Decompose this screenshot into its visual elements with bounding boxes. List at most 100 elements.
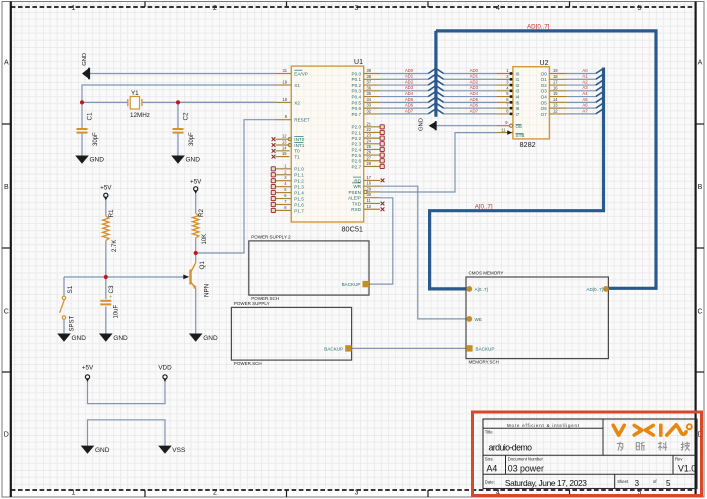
svg-text:O3: O3 [541, 89, 548, 94]
svg-text:P1.6: P1.6 [294, 202, 304, 207]
svg-text:A7: A7 [582, 108, 588, 113]
svg-text:AD6: AD6 [405, 103, 414, 108]
svg-text:P2.7: P2.7 [352, 164, 362, 169]
svg-text:AD0: AD0 [470, 68, 479, 73]
svg-text:O5: O5 [541, 100, 548, 105]
svg-text:13: 13 [553, 103, 558, 108]
svg-text:29: 29 [367, 186, 372, 191]
svg-text:AD4: AD4 [405, 91, 414, 96]
svg-text:AD2: AD2 [470, 79, 479, 84]
svg-text:I2: I2 [516, 83, 520, 88]
svg-text:I3: I3 [516, 89, 520, 94]
svg-text:24: 24 [367, 138, 372, 143]
svg-text:12: 12 [553, 108, 558, 113]
svg-text:A1: A1 [582, 74, 588, 79]
svg-text:AD6: AD6 [470, 103, 479, 108]
svg-text:5: 5 [638, 5, 642, 12]
svg-text:Size: Size [485, 457, 494, 462]
svg-text:Title: Title [485, 430, 493, 435]
svg-text:B: B [4, 184, 9, 191]
svg-text:+5V: +5V [190, 179, 202, 186]
svg-text:15: 15 [282, 151, 287, 156]
svg-text:INT1: INT1 [294, 143, 304, 148]
svg-text:A3: A3 [582, 85, 588, 90]
svg-text:+: + [109, 295, 112, 301]
svg-text:O1: O1 [541, 77, 548, 82]
svg-text:GND: GND [72, 335, 87, 342]
svg-text:19: 19 [553, 68, 558, 73]
svg-text:C3: C3 [108, 285, 115, 294]
svg-text:OE: OE [516, 124, 523, 129]
svg-text:BACKUP: BACKUP [342, 282, 361, 287]
svg-text:4: 4 [496, 5, 500, 12]
svg-text:P2.1: P2.1 [352, 130, 362, 135]
svg-text:+5V: +5V [82, 365, 94, 372]
svg-text:O6: O6 [541, 106, 548, 111]
svg-text:10uF: 10uF [114, 304, 120, 318]
svg-text:B: B [698, 184, 703, 191]
svg-text:AD3: AD3 [405, 85, 414, 90]
svg-text:T0: T0 [294, 149, 300, 154]
svg-text:I4: I4 [516, 94, 520, 99]
svg-text:Sheet: Sheet [617, 479, 629, 484]
svg-text:3: 3 [355, 5, 359, 12]
svg-text:5: 5 [666, 479, 671, 488]
svg-text:11: 11 [367, 198, 372, 203]
svg-text:CMOS MEMORY: CMOS MEMORY [469, 271, 504, 276]
svg-text:P0.3: P0.3 [352, 89, 362, 94]
svg-text:AD7: AD7 [405, 108, 414, 113]
svg-text:Rev: Rev [675, 457, 683, 462]
svg-text:AD1: AD1 [405, 74, 414, 79]
svg-text:3: 3 [355, 490, 359, 497]
svg-text:D: D [4, 432, 9, 439]
svg-text:GND: GND [186, 157, 201, 164]
svg-text:30: 30 [367, 192, 372, 197]
svg-text:BACKUP: BACKUP [324, 347, 343, 352]
svg-text:RESET: RESET [294, 118, 310, 123]
svg-text:P0.0: P0.0 [352, 71, 362, 76]
svg-text:POWER SUPPLY: POWER SUPPLY [234, 301, 270, 306]
svg-text:AD0: AD0 [405, 68, 414, 73]
svg-text:A4: A4 [487, 464, 498, 474]
svg-text:80C51: 80C51 [341, 225, 363, 234]
svg-text:A6: A6 [582, 103, 588, 108]
svg-text:38: 38 [367, 74, 372, 79]
svg-text:AD[0..7]: AD[0..7] [527, 23, 550, 30]
svg-text:EA/VP: EA/VP [294, 71, 308, 76]
svg-text:P0.4: P0.4 [352, 94, 362, 99]
svg-text:I5: I5 [516, 100, 520, 105]
svg-text:P1.3: P1.3 [294, 185, 304, 190]
svg-text:T1: T1 [294, 155, 300, 160]
svg-text:AD5: AD5 [405, 97, 414, 102]
svg-text:23: 23 [367, 133, 372, 138]
svg-text:19: 19 [282, 80, 287, 85]
svg-text:1: 1 [72, 5, 76, 12]
svg-text:18: 18 [282, 97, 287, 102]
svg-text:A0: A0 [582, 68, 588, 73]
svg-text:GND: GND [90, 157, 105, 164]
svg-text:AD5: AD5 [470, 97, 479, 102]
svg-text:2: 2 [213, 5, 217, 12]
svg-text:39: 39 [367, 68, 372, 73]
svg-text:2.7K: 2.7K [112, 240, 118, 252]
svg-text:26: 26 [367, 150, 372, 155]
svg-text:28: 28 [367, 161, 372, 166]
svg-text:NPN: NPN [204, 283, 211, 297]
svg-text:3: 3 [635, 479, 640, 488]
svg-text:C: C [4, 309, 9, 316]
svg-text:GND: GND [82, 53, 88, 66]
svg-text:I7: I7 [516, 112, 520, 117]
svg-text:X1: X1 [294, 83, 300, 88]
svg-text:RXD: RXD [351, 207, 361, 212]
svg-text:R2: R2 [198, 208, 205, 217]
svg-text:Q1: Q1 [199, 261, 206, 270]
svg-text:1: 1 [72, 490, 76, 497]
svg-text:P1.2: P1.2 [294, 179, 304, 184]
svg-text:GND: GND [419, 118, 425, 131]
svg-text:U1: U1 [354, 59, 363, 66]
svg-text:18: 18 [553, 74, 558, 79]
svg-text:13: 13 [282, 140, 287, 145]
svg-text:P0.2: P0.2 [352, 83, 362, 88]
svg-text:P0.5: P0.5 [352, 100, 362, 105]
svg-text:33: 33 [367, 103, 372, 108]
